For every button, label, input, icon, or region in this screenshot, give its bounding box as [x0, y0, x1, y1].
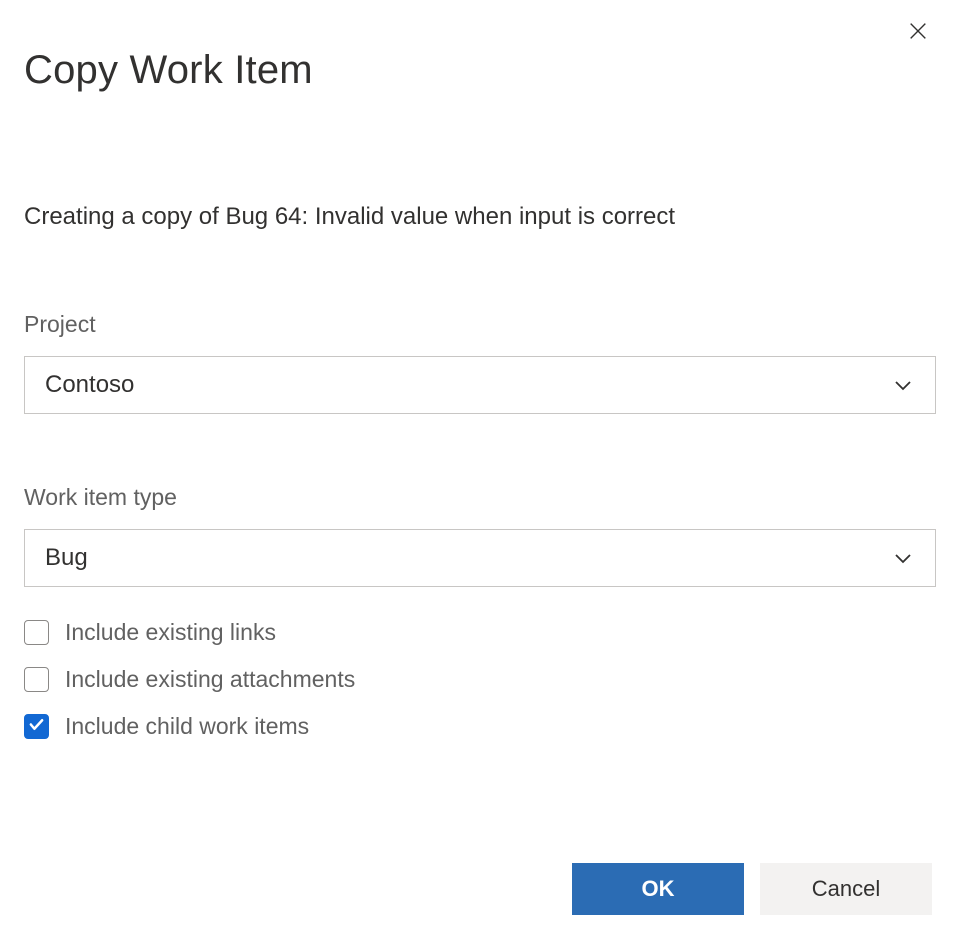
include-links-label: Include existing links — [65, 619, 276, 646]
dialog-title: Copy Work Item — [24, 48, 932, 93]
project-field-group: Project Contoso — [24, 311, 932, 414]
include-children-label: Include child work items — [65, 713, 309, 740]
include-links-checkbox[interactable] — [24, 620, 49, 645]
include-attachments-checkbox[interactable] — [24, 667, 49, 692]
include-attachments-label: Include existing attachments — [65, 666, 355, 693]
close-button[interactable] — [902, 16, 934, 48]
close-icon — [907, 20, 929, 45]
work-item-type-dropdown-value: Bug — [45, 544, 88, 572]
work-item-type-dropdown[interactable]: Bug — [24, 529, 936, 587]
include-children-row: Include child work items — [24, 713, 932, 740]
include-attachments-row: Include existing attachments — [24, 666, 932, 693]
work-item-type-field-group: Work item type Bug — [24, 484, 932, 587]
cancel-button[interactable]: Cancel — [760, 863, 932, 915]
ok-button[interactable]: OK — [572, 863, 744, 915]
include-children-checkbox[interactable] — [24, 714, 49, 739]
project-dropdown-value: Contoso — [45, 371, 134, 399]
checkmark-icon — [28, 716, 45, 738]
project-label: Project — [24, 311, 932, 338]
project-dropdown[interactable]: Contoso — [24, 356, 936, 414]
include-links-row: Include existing links — [24, 619, 932, 646]
work-item-type-label: Work item type — [24, 484, 932, 511]
dialog-subtitle: Creating a copy of Bug 64: Invalid value… — [24, 203, 932, 231]
chevron-down-icon — [891, 373, 915, 397]
dialog-footer: OK Cancel — [572, 863, 932, 915]
checkbox-group: Include existing links Include existing … — [24, 619, 932, 740]
chevron-down-icon — [891, 546, 915, 570]
